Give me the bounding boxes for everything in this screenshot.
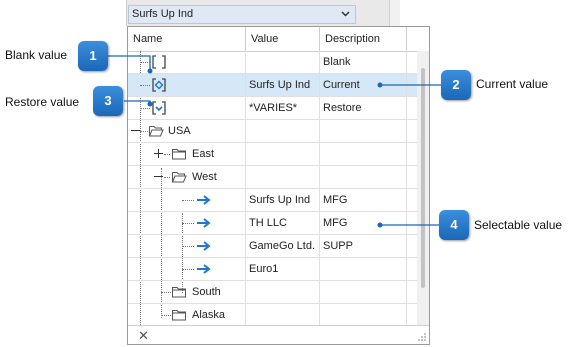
name-cell: West xyxy=(128,166,246,188)
description-cell: Blank xyxy=(320,51,407,73)
arrow-right-icon xyxy=(197,195,211,205)
value-cell xyxy=(246,304,320,326)
folder-icon xyxy=(172,287,186,298)
chevron-down-icon[interactable] xyxy=(338,7,353,21)
callout-label-1: Blank value xyxy=(5,48,68,62)
name-cell: USA xyxy=(128,120,246,142)
resize-grip-icon[interactable] xyxy=(417,332,427,342)
folder-icon xyxy=(172,310,186,321)
name-cell: South xyxy=(128,281,246,303)
value-cell: GameGo Ltd. xyxy=(246,235,320,257)
description-cell xyxy=(320,143,407,165)
name-cell xyxy=(128,189,246,211)
value-cell: *VARIES* xyxy=(246,97,320,119)
list-item[interactable]: Blank xyxy=(128,51,419,74)
combobox-value: Surfs Up Ind xyxy=(132,8,194,20)
list-item[interactable]: GameGo Ltd. SUPP xyxy=(128,235,419,258)
column-header-description[interactable]: Description xyxy=(320,27,407,51)
callout-label-2: Current value xyxy=(476,77,549,91)
name-cell xyxy=(128,235,246,257)
folder-open-icon xyxy=(149,126,164,137)
value-combobox[interactable]: Surfs Up Ind xyxy=(128,5,356,24)
list-item[interactable]: TH LLC MFG xyxy=(128,212,419,235)
description-cell xyxy=(320,281,407,303)
callout-label-4: Selectable value xyxy=(474,218,563,232)
value-cell xyxy=(246,281,320,303)
current-value-icon xyxy=(152,78,166,92)
callout-badge-4: 4 xyxy=(439,210,469,240)
column-header-value[interactable]: Value xyxy=(246,27,320,51)
value-cell xyxy=(246,120,320,142)
callout-badge-3: 3 xyxy=(93,86,123,116)
value-dropdown-grid: Name Value Description Blank Surfs Up In… xyxy=(127,26,430,345)
arrow-right-icon xyxy=(197,241,211,251)
list-item[interactable]: South xyxy=(128,281,419,304)
vertical-scrollbar[interactable] xyxy=(417,51,429,327)
list-item[interactable]: Alaska xyxy=(128,304,419,327)
restore-value-icon xyxy=(152,101,166,115)
column-header-name[interactable]: Name xyxy=(128,27,246,51)
grid-rows: Blank Surfs Up Ind Current *VARIES* Rest… xyxy=(128,51,419,327)
value-cell: Surfs Up Ind xyxy=(246,189,320,211)
name-cell xyxy=(128,97,246,119)
description-cell xyxy=(320,258,407,280)
list-item[interactable]: USA xyxy=(128,120,419,143)
description-cell: Restore xyxy=(320,97,407,119)
callout-badge-1: 1 xyxy=(78,41,108,71)
folder-open-icon xyxy=(172,172,187,183)
value-cell xyxy=(246,166,320,188)
arrow-right-icon xyxy=(197,218,211,228)
description-cell: SUPP xyxy=(320,235,407,257)
description-cell xyxy=(320,166,407,188)
blank-value-icon xyxy=(152,55,166,69)
list-item[interactable]: West xyxy=(128,166,419,189)
folder-icon xyxy=(172,149,186,160)
description-cell xyxy=(320,304,407,326)
list-item[interactable]: *VARIES* Restore xyxy=(128,97,419,120)
callout-badge-2: 2 xyxy=(441,70,471,100)
name-cell: Alaska xyxy=(128,304,246,326)
grid-header: Name Value Description xyxy=(128,27,419,52)
arrow-right-icon xyxy=(197,264,211,274)
name-cell xyxy=(128,51,246,73)
description-cell: MFG xyxy=(320,189,407,211)
value-cell xyxy=(246,143,320,165)
collapse-icon[interactable] xyxy=(154,176,163,177)
dropdown-footer: ✕ xyxy=(128,325,429,344)
callout-label-3: Restore value xyxy=(5,95,80,109)
list-item[interactable]: Euro1 xyxy=(128,258,419,281)
description-cell xyxy=(320,120,407,142)
description-cell: MFG xyxy=(320,212,407,234)
name-cell xyxy=(128,212,246,234)
expand-icon-vertical xyxy=(158,149,159,158)
value-cell: TH LLC xyxy=(246,212,320,234)
name-cell: East xyxy=(128,143,246,165)
value-cell: Euro1 xyxy=(246,258,320,280)
value-cell xyxy=(246,51,320,73)
name-cell xyxy=(128,74,246,96)
value-cell: Surfs Up Ind xyxy=(246,74,320,96)
list-item[interactable]: East xyxy=(128,143,419,166)
list-item[interactable]: Surfs Up Ind MFG xyxy=(128,189,419,212)
description-cell: Current xyxy=(320,74,407,96)
scrollbar-thumb[interactable] xyxy=(421,68,425,288)
window-edge xyxy=(389,0,400,26)
collapse-icon[interactable] xyxy=(131,130,140,131)
list-item-selected[interactable]: Surfs Up Ind Current xyxy=(128,74,419,97)
name-cell xyxy=(128,258,246,280)
close-icon[interactable]: ✕ xyxy=(138,328,149,344)
